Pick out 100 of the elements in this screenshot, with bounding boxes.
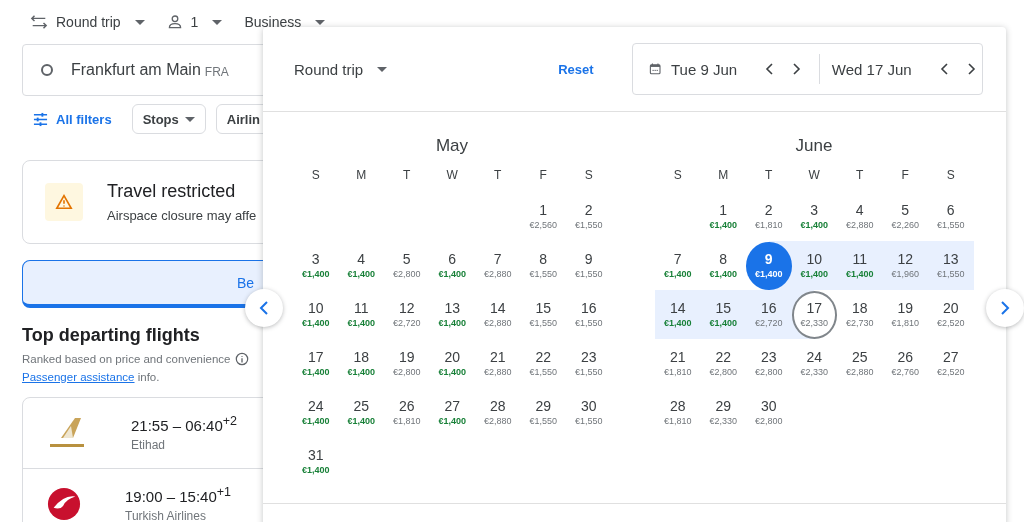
calendar-day[interactable]: 22 €1,550 [520, 339, 566, 388]
reset-button[interactable]: Reset [558, 61, 594, 77]
calendar-day[interactable]: 27 €2,520 [928, 339, 974, 388]
calendar-day[interactable]: 13 €1,550 [928, 241, 974, 290]
calendar-day[interactable]: 5 €2,800 [384, 241, 430, 290]
calendar-day[interactable]: 19 €1,810 [882, 290, 928, 339]
calendar-day[interactable]: 11 €1,400 [837, 241, 883, 290]
weekday-label: M [356, 167, 367, 184]
calendar-day[interactable]: 1 €2,560 [520, 192, 566, 241]
next-month-button[interactable] [986, 289, 1024, 327]
calendar-day[interactable]: 2 €1,810 [746, 192, 792, 241]
calendar-day[interactable]: 26 €1,810 [384, 388, 430, 437]
calendar-day[interactable]: 30 €2,800 [746, 388, 792, 437]
calendar-day[interactable]: 16 €1,550 [566, 290, 612, 339]
calendar-day[interactable]: 9 €1,550 [566, 241, 612, 290]
calendar-day[interactable]: 29 €1,550 [520, 388, 566, 437]
calendar-day[interactable]: 7 €1,400 [655, 241, 701, 290]
calendar-day[interactable]: 17 €2,330 [791, 290, 837, 339]
calendar-day[interactable]: 23 €2,800 [746, 339, 792, 388]
calendar-day[interactable]: 3 €1,400 [791, 192, 837, 241]
calendar-day[interactable]: 25 €2,880 [837, 339, 883, 388]
chevron-right-icon [999, 300, 1011, 316]
calendar-day[interactable]: 2 €1,550 [566, 192, 612, 241]
trip-type-dropdown[interactable]: Round trip [294, 60, 388, 78]
calendar-day[interactable]: 24 €1,400 [293, 388, 339, 437]
calendar-day[interactable]: 15 €1,400 [700, 290, 746, 339]
calendar-day[interactable]: 16 €2,720 [746, 290, 792, 339]
calendar-day[interactable]: 10 €1,400 [293, 290, 339, 339]
calendar-day[interactable]: 5 €2,260 [882, 192, 928, 241]
calendar-day[interactable]: 11 €1,400 [338, 290, 384, 339]
calendar-day[interactable]: 14 €2,880 [475, 290, 521, 339]
passengers-dropdown[interactable]: 1 [166, 14, 223, 30]
passenger-assistance-link[interactable]: Passenger assistance [22, 371, 135, 383]
warning-icon [45, 183, 83, 221]
alert-text: Airspace closure may affe [107, 208, 257, 223]
return-date[interactable]: Wed 17 Jun [831, 60, 912, 78]
calendar-day[interactable]: 28 €1,810 [655, 388, 701, 437]
chevron-left-icon [258, 300, 270, 316]
caret-icon [184, 116, 195, 122]
swap-arrows-icon [30, 13, 48, 31]
sliders-icon [33, 111, 48, 127]
calendar-day[interactable]: 31 €1,400 [293, 437, 339, 486]
calendar-day[interactable]: 13 €1,400 [429, 290, 475, 339]
calendar-day[interactable]: 23 €1,550 [566, 339, 612, 388]
airport-code: FRA [204, 64, 229, 79]
calendar-day[interactable]: 22 €2,800 [700, 339, 746, 388]
calendar-day[interactable]: 27 €1,400 [429, 388, 475, 437]
alert-title: Travel restricted [107, 181, 237, 202]
calendar-day[interactable]: 17 €1,400 [293, 339, 339, 388]
airline-tail-logo-icon [47, 416, 87, 450]
departure-date[interactable]: Tue 9 Jun [671, 60, 738, 78]
calendar-day[interactable]: 8 €1,400 [700, 241, 746, 290]
chevron-left-icon[interactable] [939, 62, 950, 76]
chevron-left-icon[interactable] [765, 62, 776, 76]
calendar-day[interactable]: 4 €1,400 [338, 241, 384, 290]
calendar-day[interactable]: 30 €1,550 [566, 388, 612, 437]
month-title: May [435, 136, 469, 156]
calendar-day[interactable]: 7 €2,880 [475, 241, 521, 290]
calendar-day[interactable]: 6 €1,550 [928, 192, 974, 241]
calendar-day[interactable]: 8 €1,550 [520, 241, 566, 290]
caret-icon [212, 19, 223, 25]
calendar-day[interactable]: 12 €2,720 [384, 290, 430, 339]
calendar-day[interactable]: 21 €1,810 [655, 339, 701, 388]
all-filters-button[interactable]: All filters [33, 111, 112, 127]
link-suffix: info. [136, 371, 160, 383]
weekday-label: W [808, 167, 820, 184]
origin-city: Frankfurt am Main [71, 61, 201, 79]
circle-icon [41, 64, 53, 76]
caret-icon [134, 19, 145, 25]
calendar-day[interactable]: 18 €2,730 [837, 290, 883, 339]
calendar-day[interactable]: 10 €1,400 [791, 241, 837, 290]
weekday-label: S [673, 167, 682, 184]
calendar-day[interactable]: 29 €2,330 [700, 388, 746, 437]
calendar-day[interactable]: 14 €1,400 [655, 290, 701, 339]
calendar-day[interactable]: 9 €1,400 [746, 241, 792, 290]
weekday-label: S [584, 167, 593, 184]
calendar-day[interactable]: 21 €2,880 [475, 339, 521, 388]
calendar-day[interactable]: 12 €1,960 [882, 241, 928, 290]
calendar-day[interactable]: 15 €1,550 [520, 290, 566, 339]
flight-times: 19:00 – 15:40$^{+1}$ [125, 485, 232, 505]
calendar-day[interactable]: 20 €2,520 [928, 290, 974, 339]
trip-type-dropdown[interactable]: Round trip [30, 13, 145, 31]
calendar-day[interactable]: 4 €2,880 [837, 192, 883, 241]
calendar-day[interactable]: 6 €1,400 [429, 241, 475, 290]
chevron-right-icon[interactable] [791, 62, 802, 76]
calendar-day[interactable]: 28 €2,880 [475, 388, 521, 437]
calendar-day[interactable]: 18 €1,400 [338, 339, 384, 388]
weekday-label: S [946, 167, 955, 184]
calendar-day[interactable]: 20 €1,400 [429, 339, 475, 388]
flight-times: 21:55 – 06:40$^{+2}$ [131, 414, 238, 434]
calendar-day[interactable]: 19 €2,800 [384, 339, 430, 388]
calendar-day[interactable]: 1 €1,400 [700, 192, 746, 241]
filter-chip[interactable]: Stops [131, 104, 206, 134]
calendar-day[interactable]: 26 €2,760 [882, 339, 928, 388]
calendar-day[interactable]: 25 €1,400 [338, 388, 384, 437]
airline-name: Etihad [131, 438, 167, 452]
calendar-day[interactable]: 24 €2,330 [791, 339, 837, 388]
chevron-right-icon[interactable] [965, 62, 976, 76]
airline-name: Turkish Airlines [125, 509, 207, 522]
calendar-day[interactable]: 3 €1,400 [293, 241, 339, 290]
